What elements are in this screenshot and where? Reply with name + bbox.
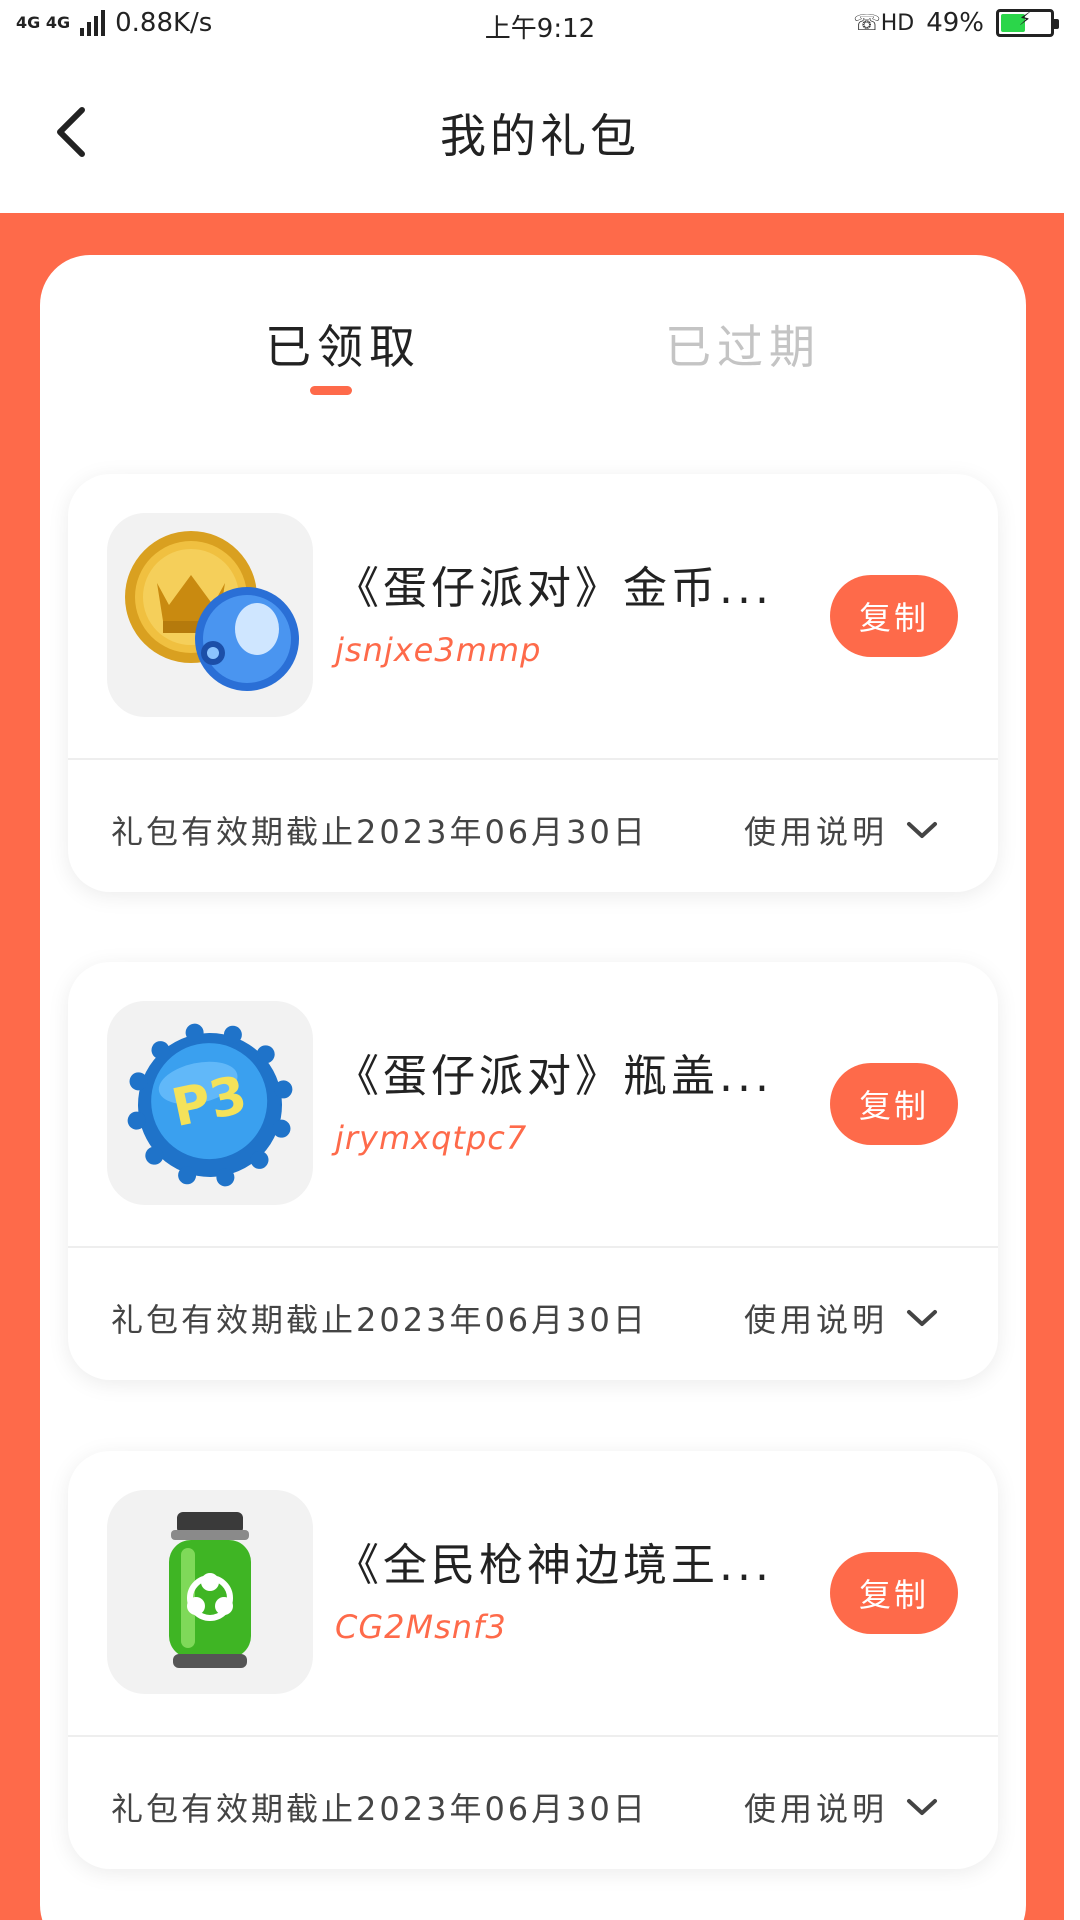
tab-received[interactable]: 已领取 — [265, 311, 421, 377]
page-title: 我的礼包 — [440, 109, 640, 163]
validity-text: 礼包有效期截止2023年06月30日 — [111, 1790, 648, 1828]
chevron-down-icon — [907, 822, 938, 838]
gift-thumbnail: P3 — [107, 1001, 313, 1205]
charging-bolt-icon: ⚡ — [1018, 9, 1032, 30]
gift-title: 《蛋仔派对》瓶盖... — [335, 1051, 773, 1102]
gift-card-header: 《全民枪神边境王... CG2Msnf3 复制 — [68, 1451, 998, 1735]
chevron-down-icon — [907, 1310, 938, 1326]
status-right: ☏HD 49% ⚡ — [853, 8, 1059, 38]
gift-card-header: P3 《蛋仔派对》瓶盖... jrymxqtpc7 复制 — [68, 962, 998, 1246]
hd-label: HD — [880, 10, 915, 36]
copy-button[interactable]: 复制 — [830, 1063, 958, 1145]
gift-card: 《全民枪神边境王... CG2Msnf3 复制 礼包有效期截止2023年06月3… — [68, 1451, 998, 1869]
chevron-down-icon — [907, 1799, 938, 1815]
validity-text: 礼包有效期截止2023年06月30日 — [111, 1301, 648, 1339]
usage-instructions-toggle[interactable]: 使用说明 — [744, 1784, 938, 1830]
gift-card-header: 《蛋仔派对》金币... jsnjxe3mmp 复制 — [68, 474, 998, 758]
gift-code: jsnjxe3mmp — [335, 631, 542, 669]
divider — [68, 758, 998, 760]
biohazard-canister-icon — [169, 1512, 251, 1668]
call-hd-icon: ☏HD — [853, 10, 915, 36]
bottle-cap-icon: P3 — [127, 1023, 293, 1187]
coin-and-capsule-icon — [125, 531, 299, 691]
gift-card: P3 《蛋仔派对》瓶盖... jrymxqtpc7 复制 礼包有效期截止2023… — [68, 962, 998, 1380]
app-header: 我的礼包 — [0, 50, 1080, 213]
gift-card: 《蛋仔派对》金币... jsnjxe3mmp 复制 礼包有效期截止2023年06… — [68, 474, 998, 892]
gift-code: CG2Msnf3 — [335, 1608, 507, 1646]
gift-list-panel: 已领取 已过期 《蛋仔派对》金币... jsnjxe3mmp 复制 礼包有效期截… — [40, 255, 1026, 1920]
battery-icon: ⚡ — [996, 9, 1059, 37]
usage-label: 使用说明 — [744, 1790, 889, 1828]
gift-title: 《蛋仔派对》金币... — [335, 563, 773, 614]
gift-thumbnail — [107, 1490, 313, 1694]
copy-button[interactable]: 复制 — [830, 575, 958, 657]
usage-instructions-toggle[interactable]: 使用说明 — [744, 1295, 938, 1341]
copy-button[interactable]: 复制 — [830, 1552, 958, 1634]
battery-percent: 49% — [926, 8, 984, 38]
gift-title: 《全民枪神边境王... — [335, 1540, 773, 1591]
tab-expired[interactable]: 已过期 — [665, 311, 821, 377]
usage-label: 使用说明 — [744, 1301, 889, 1339]
status-bar: 4G 4G 0.88K/s 上午9:12 ☏HD 49% ⚡ — [0, 0, 1080, 50]
divider — [68, 1246, 998, 1248]
gift-code: jrymxqtpc7 — [335, 1119, 528, 1157]
validity-text: 礼包有效期截止2023年06月30日 — [111, 813, 648, 851]
usage-instructions-toggle[interactable]: 使用说明 — [744, 807, 938, 853]
gift-thumbnail — [107, 513, 313, 717]
usage-label: 使用说明 — [744, 813, 889, 851]
active-tab-indicator — [310, 386, 352, 395]
divider — [68, 1735, 998, 1737]
